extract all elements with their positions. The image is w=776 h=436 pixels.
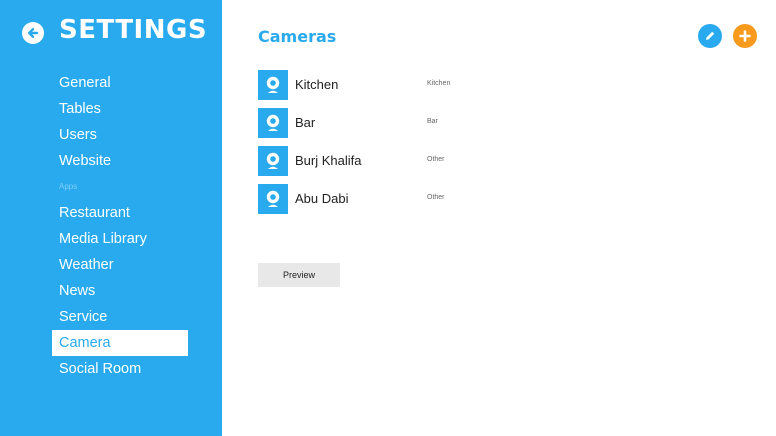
- camera-name: Kitchen: [295, 77, 339, 92]
- camera-row-bar[interactable]: Bar Bar: [258, 108, 658, 146]
- camera-name: Bar: [295, 115, 316, 130]
- back-button[interactable]: [22, 22, 44, 44]
- sidebar-item-news[interactable]: News: [52, 278, 188, 304]
- camera-row-abu-dabi[interactable]: Abu Dabi Other: [258, 184, 658, 222]
- sidebar-item-media-library[interactable]: Media Library: [52, 226, 188, 252]
- sidebar-item-social-room[interactable]: Social Room: [52, 356, 188, 382]
- pencil-icon: [706, 31, 715, 40]
- sidebar-nav: General Tables Users Website Apps Restau…: [52, 70, 188, 382]
- settings-title: SETTINGS: [59, 15, 208, 45]
- sidebar-item-users[interactable]: Users: [52, 122, 188, 148]
- sidebar-item-general[interactable]: General: [52, 70, 188, 96]
- sidebar-item-restaurant[interactable]: Restaurant: [52, 200, 188, 226]
- plus-icon: [739, 30, 751, 42]
- camera-row-kitchen[interactable]: Kitchen Kitchen: [258, 70, 658, 108]
- sidebar-item-website[interactable]: Website: [52, 148, 188, 174]
- preview-button[interactable]: Preview: [258, 263, 340, 287]
- camera-name: Abu Dabi: [295, 191, 349, 206]
- edit-button[interactable]: [698, 24, 722, 48]
- sidebar-item-tables[interactable]: Tables: [52, 96, 188, 122]
- camera-type: Other: [427, 156, 445, 163]
- sidebar-item-camera[interactable]: Camera: [52, 330, 188, 356]
- camera-row-burj-khalifa[interactable]: Burj Khalifa Other: [258, 146, 658, 184]
- arrow-left-icon: [28, 28, 39, 38]
- webcam-icon: [258, 146, 288, 176]
- webcam-icon: [258, 70, 288, 100]
- page-title: Cameras: [258, 27, 337, 46]
- add-camera-button[interactable]: [733, 24, 757, 48]
- camera-list: Kitchen Kitchen Bar Bar Burj Khalifa Oth…: [258, 70, 658, 222]
- sidebar-item-weather[interactable]: Weather: [52, 252, 188, 278]
- sidebar-section-apps: Apps: [59, 182, 78, 191]
- camera-type: Kitchen: [427, 80, 451, 87]
- sidebar: SETTINGS General Tables Users Website Ap…: [0, 0, 222, 436]
- webcam-icon: [258, 108, 288, 138]
- camera-name: Burj Khalifa: [295, 153, 362, 168]
- camera-type: Bar: [427, 118, 438, 125]
- sidebar-item-service[interactable]: Service: [52, 304, 188, 330]
- camera-type: Other: [427, 194, 445, 201]
- webcam-icon: [258, 184, 288, 214]
